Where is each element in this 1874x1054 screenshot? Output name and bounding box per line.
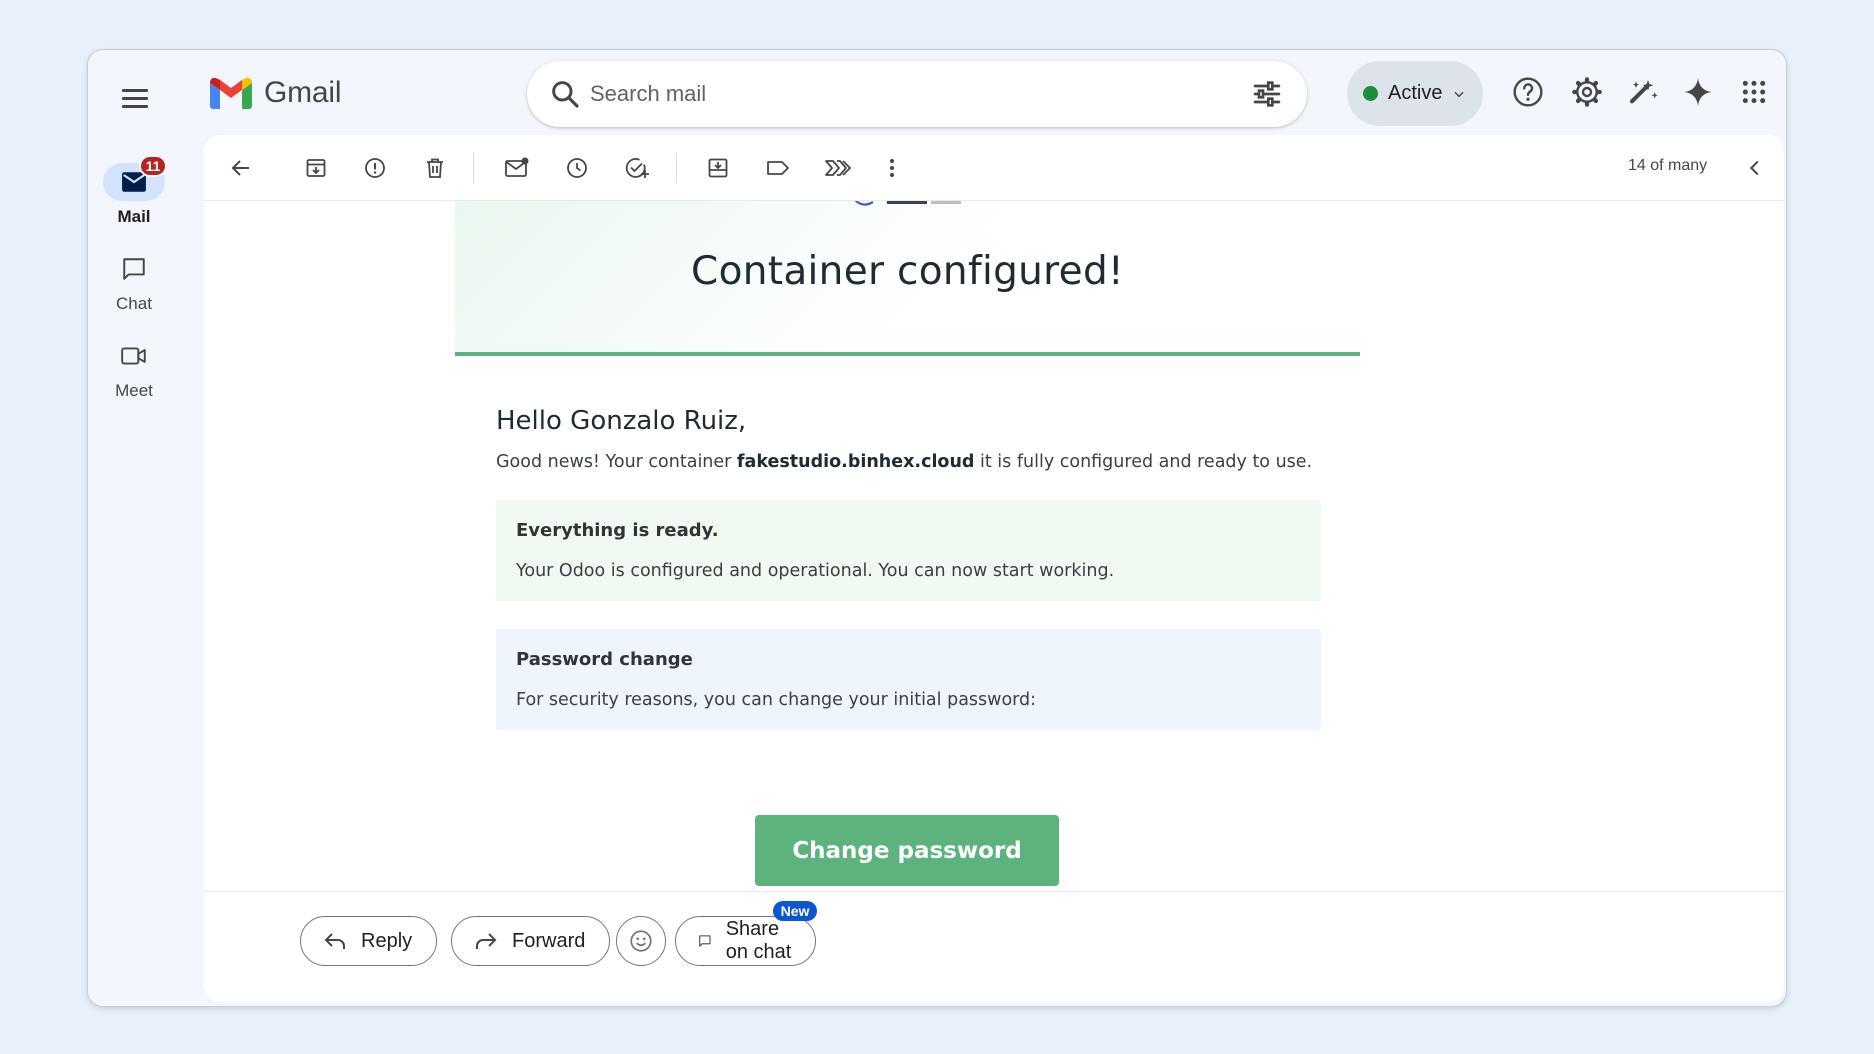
status-dot: [1363, 86, 1378, 101]
apps-button[interactable]: [1734, 72, 1774, 112]
rail-label-meet: Meet: [115, 381, 153, 400]
gemini-button[interactable]: [1678, 72, 1718, 112]
menu-icon-bar: [122, 88, 148, 92]
delete-button[interactable]: [415, 148, 455, 188]
actions-divider: [204, 891, 1784, 892]
email-greeting: Hello Gonzalo Ruiz,: [496, 406, 747, 436]
forward-button[interactable]: Forward: [451, 916, 611, 966]
password-notice-title: Password change: [516, 649, 693, 670]
trash-icon: [427, 158, 443, 178]
gear-icon: [1572, 77, 1602, 107]
rail-label-mail: Mail: [117, 207, 151, 226]
share-on-chat-label: Share on chat: [725, 918, 792, 963]
chat-share-icon: [699, 935, 711, 947]
rail-item-meet[interactable]: Meet: [88, 337, 180, 401]
archive-icon: [306, 159, 326, 177]
email-intro: Good news! Your container fakestudio.bin…: [496, 452, 1321, 472]
message-toolbar: 14 of many: [204, 135, 1784, 201]
status-label: Active: [1388, 82, 1443, 104]
sparkle-icon: [1684, 78, 1712, 106]
add-to-tasks-button[interactable]: [617, 148, 657, 188]
double-chevron-right-icon: [825, 160, 852, 176]
email-hero-title: Container configured!: [691, 249, 1124, 294]
rail-item-chat[interactable]: Chat: [88, 250, 180, 314]
email-hero-banner: Container configured!: [455, 201, 1360, 356]
search-input[interactable]: [590, 75, 1210, 113]
report-spam-button[interactable]: [355, 148, 395, 188]
share-on-chat-button[interactable]: Share on chat New: [675, 901, 818, 966]
rail-mail-pill: 11: [103, 155, 167, 201]
workspace-tools-button[interactable]: [1624, 72, 1664, 112]
forward-label: Forward: [512, 929, 586, 952]
rail-label-chat: Chat: [116, 294, 152, 313]
more-actions-button[interactable]: [872, 148, 912, 188]
reply-button[interactable]: Reply: [300, 916, 438, 966]
toolbar-divider: [676, 153, 677, 183]
forward-icon: [476, 933, 497, 949]
search-bar: [527, 61, 1307, 127]
chat-icon: [123, 258, 145, 280]
intro-text-start: Good news! Your container: [496, 452, 737, 472]
app-name: Gmail: [264, 76, 342, 109]
rail-item-mail[interactable]: 11 Mail: [88, 155, 180, 227]
change-password-button[interactable]: Change password: [755, 815, 1059, 886]
mark-unread-button[interactable]: [497, 148, 537, 188]
mark-unread-icon: [505, 157, 529, 177]
menu-icon-bar: [122, 96, 148, 100]
help-button[interactable]: [1508, 72, 1548, 112]
report-spam-icon: [365, 158, 385, 178]
add-task-icon: [625, 158, 649, 178]
clock-icon: [567, 158, 587, 178]
message-panel: 14 of many Container configured! Hello G…: [204, 135, 1784, 1002]
new-feature-badge: New: [772, 901, 818, 921]
chevron-down-icon: [1454, 91, 1465, 97]
gmail-logo[interactable]: Gmail: [210, 76, 342, 110]
unread-count-badge: 11: [139, 155, 167, 177]
email-content: Hello Gonzalo Ruiz, Good news! Your cont…: [496, 406, 1321, 730]
settings-button[interactable]: [1567, 72, 1607, 112]
search-icon[interactable]: [549, 78, 581, 110]
filter-messages-button[interactable]: [818, 148, 858, 188]
back-button[interactable]: [221, 148, 261, 188]
gmail-m-icon: [210, 77, 252, 109]
wand-icon: [1630, 80, 1658, 104]
sender-logo-icon: [854, 201, 961, 206]
apps-grid-icon: [1742, 80, 1766, 104]
password-notice-box: Password change For security reasons, yo…: [496, 629, 1321, 730]
move-to-icon: [708, 158, 728, 178]
more-vertical-icon: [890, 159, 894, 177]
intro-text-end: it is fully configured and ready to use.: [974, 452, 1313, 472]
archive-button[interactable]: [296, 148, 336, 188]
menu-icon-bar: [122, 104, 148, 108]
reply-icon: [324, 933, 345, 949]
message-pager: 14 of many: [1628, 157, 1708, 174]
main-menu-button[interactable]: [117, 80, 153, 116]
rail-chat-pill: [103, 250, 165, 288]
password-notice-text: For security reasons, you can change you…: [516, 690, 1037, 710]
help-icon: [1513, 77, 1543, 107]
newer-message-button[interactable]: [1735, 148, 1775, 188]
reply-label: Reply: [361, 929, 413, 952]
toolbar-divider: [473, 153, 474, 183]
emoji-reaction-button[interactable]: [616, 916, 666, 966]
chevron-left-icon: [1749, 160, 1759, 176]
video-camera-icon: [121, 347, 146, 365]
arrow-left-icon: [231, 160, 249, 176]
search-options-icon[interactable]: [1251, 78, 1283, 110]
labels-button[interactable]: [758, 148, 798, 188]
move-to-button[interactable]: [698, 148, 738, 188]
rail-meet-pill: [103, 337, 165, 375]
container-domain: fakestudio.binhex.cloud: [736, 452, 975, 472]
snooze-button[interactable]: [557, 148, 597, 188]
ready-notice-title: Everything is ready.: [516, 520, 719, 541]
status-selector[interactable]: Active: [1347, 61, 1483, 126]
ready-notice-text: Your Odoo is configured and operational.…: [516, 561, 1115, 581]
smiley-icon: [630, 930, 652, 952]
message-body[interactable]: Container configured! Hello Gonzalo Ruiz…: [204, 201, 1784, 891]
gmail-window: Gmail Active: [87, 49, 1787, 1007]
ready-notice-box: Everything is ready. Your Odoo is config…: [496, 500, 1321, 601]
label-icon: [767, 161, 789, 175]
